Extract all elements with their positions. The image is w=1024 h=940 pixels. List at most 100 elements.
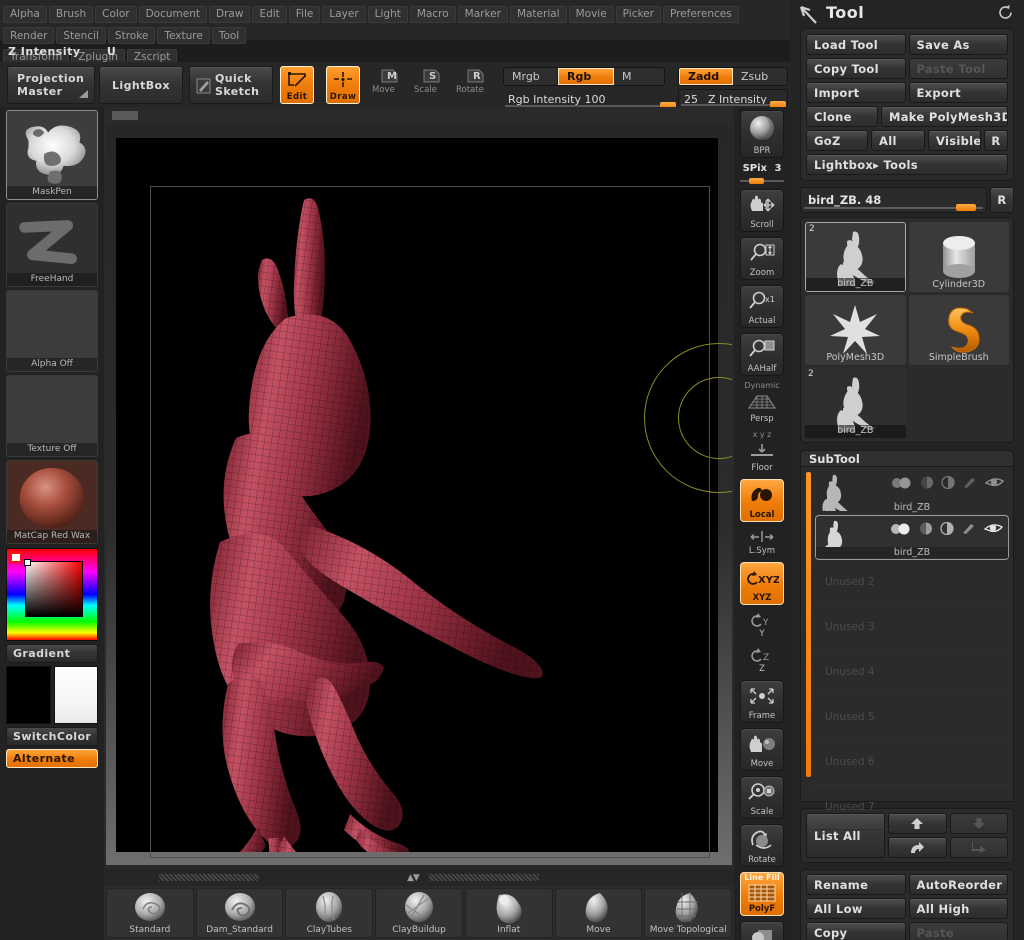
back-arrow-icon[interactable]	[798, 5, 820, 30]
document-grip-handle[interactable]	[112, 111, 138, 120]
zadd-toggle[interactable]: Zadd	[679, 68, 733, 85]
menu-item-light[interactable]: Light	[367, 5, 408, 23]
spix-knob[interactable]	[749, 178, 764, 184]
scale-mode-button[interactable]: S Scale	[414, 66, 450, 104]
quick-sketch-button[interactable]: Quick Sketch	[189, 66, 273, 104]
lightbox-button[interactable]: LightBox	[99, 66, 183, 104]
nav-aahalf-button[interactable]: AAHalf	[740, 333, 784, 376]
material-slot[interactable]: MatCap Red Wax	[6, 460, 98, 544]
rename-button[interactable]: Rename	[806, 874, 906, 895]
brush-move-topological[interactable]: Move Topological	[644, 888, 733, 938]
nav-xyz-button[interactable]: XYZ XYZ	[740, 562, 784, 605]
subtool-row[interactable]: bird_ZB	[815, 515, 1009, 560]
canvas-scrollbar[interactable]: ▲▼	[104, 869, 734, 886]
canvas-area[interactable]	[104, 107, 734, 869]
edit-mode-button[interactable]: Edit	[280, 66, 314, 104]
brush-claybuildup[interactable]: ClayBuildup	[375, 888, 463, 938]
contrast-toggle-icon[interactable]	[941, 474, 955, 493]
tool-thumb-simplebrush[interactable]: SimpleBrush	[908, 295, 1009, 365]
sculpt-model[interactable]	[116, 138, 718, 852]
menu-item-stroke[interactable]: Stroke	[107, 27, 156, 44]
rotate-mode-button[interactable]: R Rotate	[456, 66, 496, 104]
visibility-toggle-icon[interactable]	[891, 474, 913, 493]
nav-y-button[interactable]: YY	[740, 610, 784, 640]
subtool-unused-slot[interactable]: Unused 4	[815, 650, 1009, 695]
menu-item-layer[interactable]: Layer	[322, 5, 366, 23]
spix-slider[interactable]: SPix 3	[738, 163, 786, 185]
move-mode-button[interactable]: M Move	[372, 66, 408, 104]
import-button[interactable]: Import	[806, 82, 906, 103]
contrast-toggle-icon[interactable]	[940, 520, 954, 539]
all-high-button[interactable]: All High	[908, 898, 1008, 919]
viewport[interactable]	[106, 125, 732, 865]
brush-dam-standard[interactable]: Dam_Standard	[195, 888, 284, 938]
secondary-color-swatch[interactable]	[53, 666, 98, 724]
subtool-copy-button[interactable]: Copy	[806, 922, 906, 940]
menu-item-tool[interactable]: Tool	[211, 27, 247, 44]
nav-actual-button[interactable]: x1 Actual	[740, 285, 784, 328]
save-as-button[interactable]: Save As	[908, 34, 1008, 55]
tool-item-r-button[interactable]: R	[990, 187, 1014, 213]
switch-color-button[interactable]: SwitchColor	[6, 727, 98, 746]
menu-item-texture[interactable]: Texture	[157, 27, 210, 44]
subtool-unused-slot[interactable]: Unused 3	[815, 605, 1009, 650]
copy-tool-button[interactable]: Copy Tool	[806, 58, 906, 79]
menu-item-alpha[interactable]: Alpha	[3, 5, 47, 23]
paint-toggle-icon[interactable]	[961, 520, 977, 539]
menu-item-edit[interactable]: Edit	[252, 5, 287, 23]
reset-icon[interactable]	[997, 4, 1014, 25]
projection-master-button[interactable]: Projection Master	[7, 66, 95, 104]
nav-z-button[interactable]: ZZ	[740, 645, 784, 675]
nav-move-button[interactable]: Move	[740, 728, 784, 771]
menu-item-draw[interactable]: Draw	[209, 5, 251, 23]
color-picker[interactable]	[6, 548, 98, 641]
draw-mode-button[interactable]: Draw	[326, 66, 360, 104]
shade-toggle-icon[interactable]	[920, 474, 934, 493]
brush-standard[interactable]: Standard	[106, 888, 194, 938]
menu-item-material[interactable]: Material	[509, 5, 567, 23]
subtool-scrollbar[interactable]	[806, 472, 811, 777]
menu-item-render[interactable]: Render	[3, 27, 55, 44]
nav-transp-button[interactable]: Transp	[740, 921, 784, 940]
nav-floor-button[interactable]: x y z Floor	[740, 430, 784, 474]
goz-button[interactable]: GoZ	[806, 130, 868, 151]
move-out-button[interactable]	[888, 837, 947, 858]
clone-button[interactable]: Clone	[806, 106, 878, 127]
menu-item-brush[interactable]: Brush	[48, 5, 94, 23]
eye-icon[interactable]	[984, 474, 1005, 493]
visible-button[interactable]: Visible	[928, 130, 981, 151]
menu-item-preferences[interactable]: Preferences	[662, 5, 739, 23]
brush-slot[interactable]: MaskPen	[6, 110, 98, 200]
subtool-unused-slot[interactable]: Unused 2	[815, 560, 1009, 605]
all-low-button[interactable]: All Low	[806, 898, 906, 919]
primary-color-swatch[interactable]	[6, 666, 51, 724]
export-button[interactable]: Export	[908, 82, 1008, 103]
lightbox-tools-button[interactable]: Lightbox▸ Tools	[806, 154, 1008, 175]
tool-item-slider[interactable]: bird_ZB. 48	[800, 187, 987, 213]
stroke-slot[interactable]: FreeHand	[6, 203, 98, 287]
menu-item-marker[interactable]: Marker	[457, 5, 508, 23]
tool-item-knob[interactable]	[956, 204, 976, 211]
menu-item-color[interactable]: Color	[95, 5, 137, 23]
nav-rotate-button[interactable]: Rotate	[740, 824, 784, 867]
nav-l-sym-button[interactable]: L.Sym	[740, 527, 784, 557]
menu-item-file[interactable]: File	[288, 5, 321, 23]
shade-toggle-icon[interactable]	[919, 520, 933, 539]
saturation-value-square[interactable]	[25, 561, 83, 617]
menu-item-picker[interactable]: Picker	[615, 5, 661, 23]
menu-item-stencil[interactable]: Stencil	[56, 27, 106, 44]
menu-item-macro[interactable]: Macro	[409, 5, 456, 23]
all-button[interactable]: All	[871, 130, 925, 151]
nav-scale-button[interactable]: Scale	[740, 776, 784, 819]
subtool-unused-slot[interactable]: Unused 5	[815, 695, 1009, 740]
brush-move[interactable]: Move	[554, 888, 643, 938]
alternate-button[interactable]: Alternate	[6, 749, 98, 768]
tool-thumb-bird-zb[interactable]: 2 bird_ZB	[805, 222, 906, 292]
nav-zoom-button[interactable]: Zoom	[740, 237, 784, 280]
zsub-toggle[interactable]: Zsub	[733, 68, 787, 85]
nav-scroll-button[interactable]: Scroll	[740, 189, 784, 232]
bpr-button[interactable]: BPR	[740, 110, 784, 158]
alpha-slot[interactable]: Alpha Off	[6, 290, 98, 372]
autoreorder-button[interactable]: AutoReorder	[908, 874, 1008, 895]
paint-toggle-icon[interactable]	[962, 474, 978, 493]
